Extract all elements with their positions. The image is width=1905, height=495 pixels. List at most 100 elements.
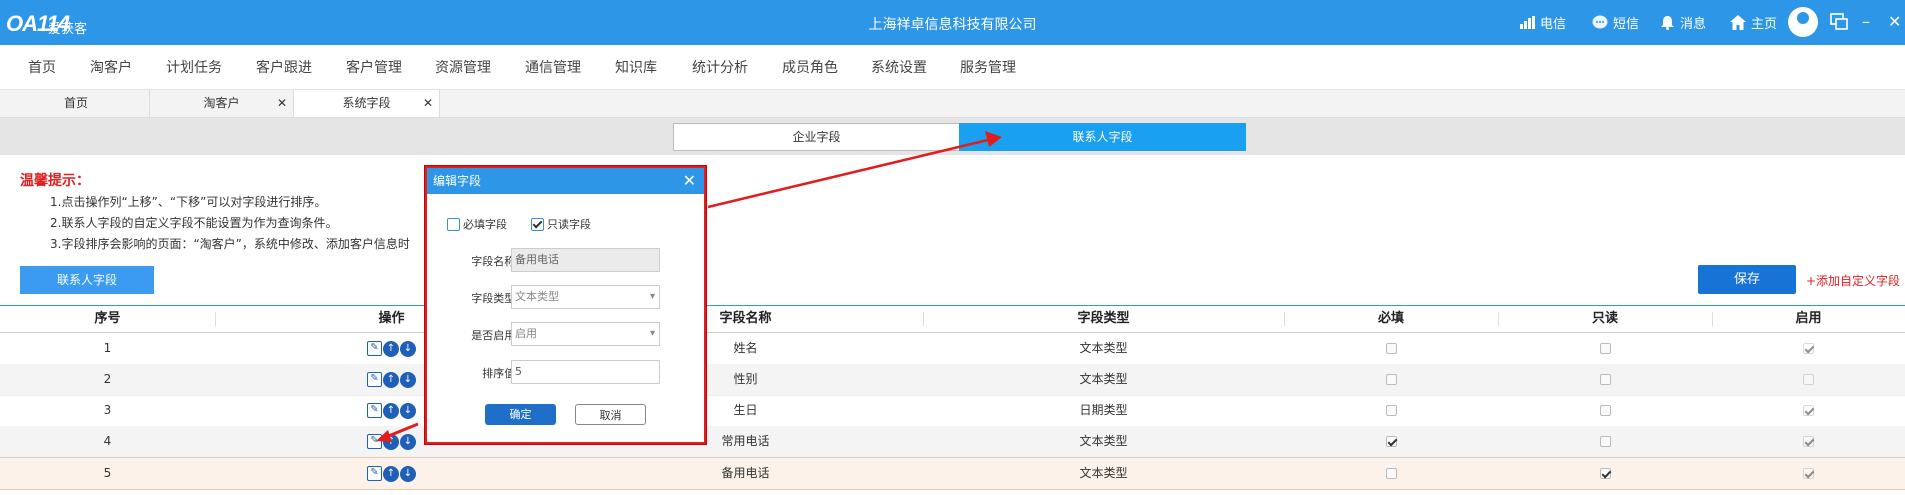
required-checkbox[interactable] [1385, 374, 1397, 385]
move-up-icon[interactable]: ↑ [383, 340, 399, 357]
move-down-icon[interactable]: ↓ [400, 402, 416, 419]
avatar[interactable] [1788, 7, 1818, 37]
edit-icon[interactable]: ✎ [367, 340, 382, 356]
messages-label: 消息 [1680, 17, 1707, 32]
field-type-label: 字段类型: [471, 292, 519, 305]
move-down-icon[interactable]: ↓ [400, 371, 416, 388]
menu-item-communication[interactable]: 通信管理 [525, 57, 581, 77]
menu-item-customer-management[interactable]: 客户管理 [346, 57, 402, 77]
close-icon[interactable]: ✕ [277, 90, 287, 117]
enabled-checkbox[interactable] [1803, 374, 1814, 385]
move-up-icon[interactable]: ↑ [383, 402, 399, 419]
close-icon[interactable]: ✕ [683, 168, 696, 194]
move-down-icon[interactable]: ↓ [400, 465, 416, 482]
move-up-icon[interactable]: ↑ [383, 465, 399, 482]
home-button[interactable]: 主页 [1730, 13, 1777, 32]
cell-readonly [1498, 364, 1712, 395]
column-header-no: 序号 [94, 311, 121, 326]
cell-no: 2 [103, 372, 112, 386]
required-checkbox[interactable] [1385, 343, 1397, 354]
cell-field-type: 文本类型 [1079, 341, 1128, 355]
move-up-icon[interactable]: ↑ [383, 371, 399, 388]
table-row[interactable]: 4 ✎ ↑ ↓ 常用电话 文本类型 [0, 426, 1905, 458]
menu-item-system-settings[interactable]: 系统设置 [871, 57, 927, 77]
sms-button[interactable]: 短信 [1592, 13, 1639, 32]
save-button[interactable]: 保存 [1698, 265, 1796, 294]
edit-icon[interactable]: ✎ [367, 465, 382, 481]
add-custom-field-link[interactable]: +添加自定义字段 [1806, 272, 1900, 289]
required-checkbox[interactable] [1385, 436, 1397, 447]
menu-item-plan-tasks[interactable]: 计划任务 [166, 57, 222, 77]
dialog-header: 编辑字段 ✕ [427, 168, 704, 194]
minimize-button[interactable]: – [1862, 12, 1870, 31]
cell-required [1284, 333, 1498, 364]
top-bar: OA114 爱获客 上海祥卓信息科技有限公司 电信 短信 消息 主页 – ✕ [0, 0, 1905, 45]
checkbox-box[interactable] [531, 217, 544, 231]
cell-enabled [1712, 364, 1905, 395]
sms-label: 短信 [1613, 17, 1640, 32]
tab-contact-fields[interactable]: 联系人字段 [959, 123, 1246, 151]
close-icon[interactable]: ✕ [423, 90, 433, 117]
readonly-checkbox[interactable] [1599, 343, 1611, 354]
messages-button[interactable]: 消息 [1660, 13, 1706, 32]
table-row[interactable]: 1 ✎ ↑ ↓ 姓名 文本类型 [0, 333, 1905, 365]
required-checkbox[interactable] [1385, 405, 1397, 416]
cell-required [1284, 426, 1498, 457]
menu-item-find-customers[interactable]: 淘客户 [90, 57, 132, 77]
tab-company-fields[interactable]: 企业字段 [673, 123, 960, 151]
table-row[interactable]: 3 ✎ ↑ ↓ 生日 日期类型 [0, 395, 1905, 427]
readonly-checkbox[interactable] [1599, 468, 1611, 479]
cell-no: 3 [103, 403, 112, 417]
move-down-icon[interactable]: ↓ [400, 340, 416, 357]
field-type-select[interactable]: 文本类型 [511, 285, 660, 309]
edit-field-dialog: 编辑字段 ✕ 必填字段 只读字段 字段名称: 备用电话 字段类型: 文本类型 是… [425, 166, 706, 444]
menu-item-service-management[interactable]: 服务管理 [960, 57, 1016, 77]
fields-table: 序号 操作 字段名称 字段类型 必填 只读 启用 1 ✎ ↑ ↓ 姓名 文本类型 2 ✎ ↑ ↓ 性… [0, 305, 1905, 490]
menu-item-customer-followup[interactable]: 客户跟进 [256, 57, 312, 77]
tab-home[interactable]: 首页 [3, 90, 150, 117]
menu-item-resource-management[interactable]: 资源管理 [435, 57, 491, 77]
move-up-icon[interactable]: ↑ [383, 433, 399, 450]
menu-item-home[interactable]: 首页 [28, 57, 56, 77]
tip-line: 1.点击操作列“上移”、“下移”可以对字段进行排序。 [50, 195, 327, 209]
enabled-checkbox[interactable] [1803, 436, 1814, 447]
required-checkbox[interactable] [1385, 468, 1397, 479]
menu-item-knowledge-base[interactable]: 知识库 [615, 57, 657, 77]
enabled-label: 是否启用: [471, 329, 519, 342]
readonly-checkbox[interactable]: 只读字段 [531, 216, 591, 232]
field-name-input[interactable]: 备用电话 [511, 248, 660, 272]
telecom-button[interactable]: 电信 [1520, 13, 1566, 32]
cell-field-type: 日期类型 [1079, 403, 1128, 417]
edit-icon[interactable]: ✎ [367, 402, 382, 418]
menu-item-statistics[interactable]: 统计分析 [692, 57, 748, 77]
enabled-checkbox[interactable] [1803, 343, 1814, 354]
menu-item-member-roles[interactable]: 成员角色 [782, 57, 838, 77]
field-name-label: 字段名称: [471, 255, 519, 268]
switch-window-icon[interactable] [1830, 13, 1848, 30]
edit-icon[interactable]: ✎ [367, 433, 382, 449]
tab-system-fields[interactable]: 系统字段 ✕ [294, 90, 440, 117]
cancel-button[interactable]: 取消 [575, 404, 646, 425]
close-window-button[interactable]: ✕ [1888, 12, 1901, 31]
table-row[interactable]: 2 ✎ ↑ ↓ 性别 文本类型 [0, 364, 1905, 396]
dialog-title: 编辑字段 [433, 174, 482, 188]
enabled-checkbox[interactable] [1803, 468, 1814, 479]
readonly-checkbox[interactable] [1599, 436, 1611, 447]
move-down-icon[interactable]: ↓ [400, 433, 416, 450]
checkbox-box[interactable] [447, 217, 460, 231]
required-checkbox[interactable]: 必填字段 [447, 216, 507, 232]
tab-label: 系统字段 [342, 96, 391, 110]
cell-field-type: 文本类型 [1079, 466, 1128, 480]
enabled-checkbox[interactable] [1803, 405, 1814, 416]
edit-icon[interactable]: ✎ [367, 371, 382, 387]
enabled-select[interactable]: 启用 [511, 322, 660, 346]
sort-value-input[interactable]: 5 [511, 360, 660, 384]
contact-fields-button[interactable]: 联系人字段 [20, 266, 154, 294]
readonly-checkbox[interactable] [1599, 405, 1611, 416]
tab-find-customers[interactable]: 淘客户 ✕ [150, 90, 294, 117]
cell-enabled [1712, 395, 1905, 426]
readonly-checkbox[interactable] [1599, 374, 1611, 385]
table-row[interactable]: 5 ✎ ↑ ↓ 备用电话 文本类型 [0, 457, 1905, 490]
cell-required [1284, 395, 1498, 426]
confirm-button[interactable]: 确定 [485, 404, 556, 425]
